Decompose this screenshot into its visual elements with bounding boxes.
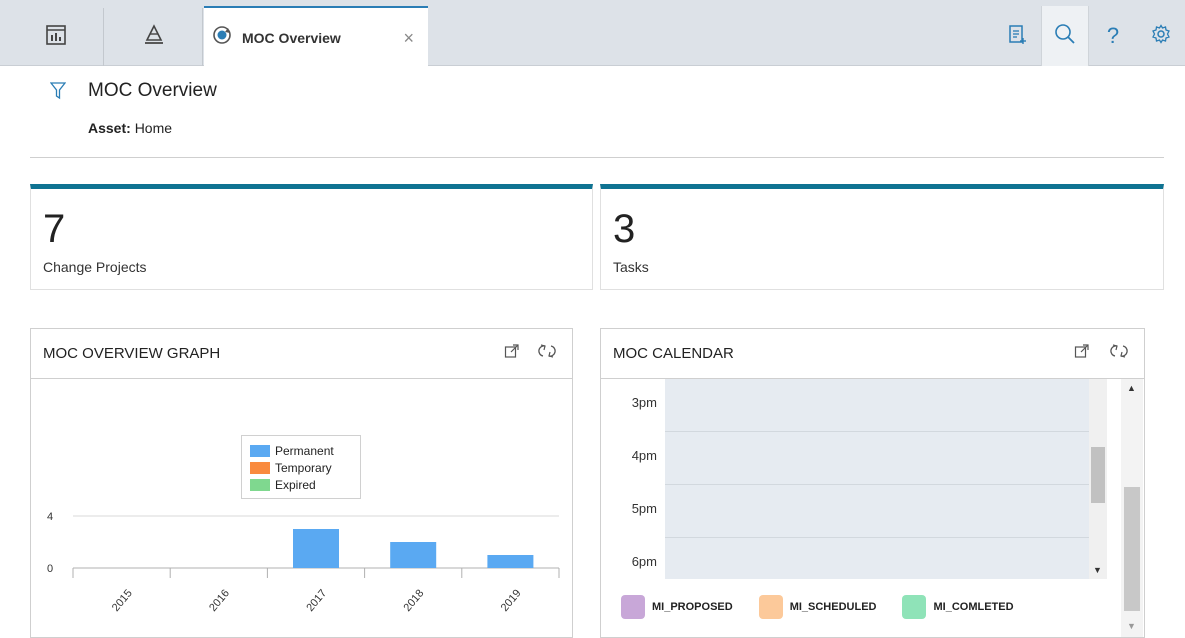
refresh-button[interactable] <box>1108 343 1130 363</box>
x-tick-label: 2019 <box>499 587 524 613</box>
y-tick-label: 0 <box>47 563 53 575</box>
legend-swatch <box>621 595 645 619</box>
open-external-button[interactable] <box>1071 343 1093 363</box>
toolbar: ? <box>993 6 1185 66</box>
external-link-icon <box>1074 343 1090 364</box>
calendar-slot[interactable] <box>665 379 1089 432</box>
calendar-hour-row: 3pm <box>615 379 1111 432</box>
search-button[interactable] <box>1041 6 1089 66</box>
x-tick-label: 2015 <box>110 587 135 613</box>
tab-pyramid[interactable] <box>105 8 203 66</box>
tab-moc-overview[interactable]: MOC Overview × <box>204 6 428 67</box>
scroll-down-arrow-icon[interactable]: ▼ <box>1127 621 1136 631</box>
legend-item: MI_COMLETED <box>902 595 1014 619</box>
calendar-slot[interactable] <box>665 538 1089 579</box>
widget-scrollbar[interactable]: ▲ ▼ <box>1121 379 1143 637</box>
asset-line: Asset: Home <box>88 120 172 136</box>
pyramid-icon <box>143 23 165 51</box>
calendar-time-label: 6pm <box>631 554 657 569</box>
tab-bar: MOC Overview × ? <box>0 0 1185 67</box>
legend-swatch <box>902 595 927 619</box>
bar-chart: 0 4 2015 2016 2017 2018 2019 <box>47 511 560 614</box>
calendar-scrollbar[interactable]: ▼ <box>1089 379 1107 579</box>
filter-icon[interactable] <box>49 82 67 105</box>
bar <box>390 542 437 568</box>
kpi-label: Change Projects <box>43 259 147 275</box>
calendar-day-view[interactable]: 3pm 4pm 5pm 6pm ▼ <box>615 379 1111 579</box>
widget-title: MOC CALENDAR <box>613 345 734 362</box>
kpi-tasks[interactable]: 3 Tasks <box>600 184 1164 290</box>
external-link-icon <box>504 343 520 364</box>
refresh-icon <box>538 343 556 364</box>
kpi-value: 7 <box>43 207 66 251</box>
asset-label: Asset: <box>88 120 131 136</box>
moc-overview-graph-widget: MOC OVERVIEW GRAPH Permanent Temporary E… <box>30 328 573 638</box>
kpi-change-projects[interactable]: 7 Change Projects <box>30 184 593 290</box>
widget-title: MOC OVERVIEW GRAPH <box>43 345 221 362</box>
refresh-button[interactable] <box>536 343 558 363</box>
header-divider <box>30 157 1164 158</box>
tab-dashboard[interactable] <box>8 8 104 66</box>
clipboard-add-button[interactable] <box>993 6 1041 66</box>
calendar-legend: MI_PROPOSED MI_SCHEDULED MI_COMLETED <box>621 595 1040 619</box>
asset-value: Home <box>134 120 173 136</box>
help-icon: ? <box>1106 23 1120 48</box>
x-tick-label: 2017 <box>304 587 329 613</box>
moc-refresh-icon <box>212 25 232 50</box>
x-tick-label: 2018 <box>402 587 427 613</box>
close-icon[interactable]: × <box>403 28 414 49</box>
search-icon <box>1054 23 1076 50</box>
calendar-hour-row: 5pm <box>615 485 1111 538</box>
widget-header: MOC CALENDAR <box>601 329 1144 379</box>
y-tick-label: 4 <box>47 511 53 523</box>
help-button[interactable]: ? <box>1089 6 1137 66</box>
moc-calendar-widget: MOC CALENDAR 3pm 4pm 5pm 6pm ▼ ▲ ▼ MI_PR… <box>600 328 1145 638</box>
kpi-label: Tasks <box>613 259 649 275</box>
gear-icon <box>1151 23 1171 49</box>
calendar-time-label: 4pm <box>631 448 657 463</box>
widget-header: MOC OVERVIEW GRAPH <box>31 329 572 379</box>
page-title: MOC Overview <box>88 80 217 101</box>
legend-label: MI_PROPOSED <box>652 601 733 613</box>
refresh-icon <box>1110 343 1128 364</box>
x-tick-label: 2016 <box>207 587 232 613</box>
calendar-slot[interactable] <box>665 485 1089 538</box>
legend-item: MI_SCHEDULED <box>758 595 877 619</box>
calendar-slot[interactable] <box>665 432 1089 485</box>
scroll-up-arrow-icon[interactable]: ▲ <box>1127 383 1136 393</box>
dashboard-icon <box>45 24 67 51</box>
open-external-button[interactable] <box>501 343 523 363</box>
settings-button[interactable] <box>1137 6 1185 66</box>
calendar-hour-row: 6pm <box>615 538 1111 579</box>
clipboard-add-icon <box>1007 23 1027 50</box>
bar <box>293 529 339 568</box>
legend-label: MI_COMLETED <box>933 601 1014 613</box>
legend-swatch <box>758 595 783 619</box>
legend-label: MI_SCHEDULED <box>789 601 877 613</box>
calendar-time-label: 5pm <box>631 501 657 516</box>
kpi-value: 3 <box>613 207 636 251</box>
legend-item: MI_PROPOSED <box>621 595 733 619</box>
scrollbar-thumb[interactable] <box>1091 447 1105 503</box>
calendar-time-label: 3pm <box>631 395 657 410</box>
bar <box>487 555 534 568</box>
calendar-hour-row: 4pm <box>615 432 1111 485</box>
scroll-down-arrow-icon[interactable]: ▼ <box>1093 565 1102 575</box>
tab-label: MOC Overview <box>242 29 341 46</box>
scrollbar-thumb[interactable] <box>1124 487 1140 611</box>
